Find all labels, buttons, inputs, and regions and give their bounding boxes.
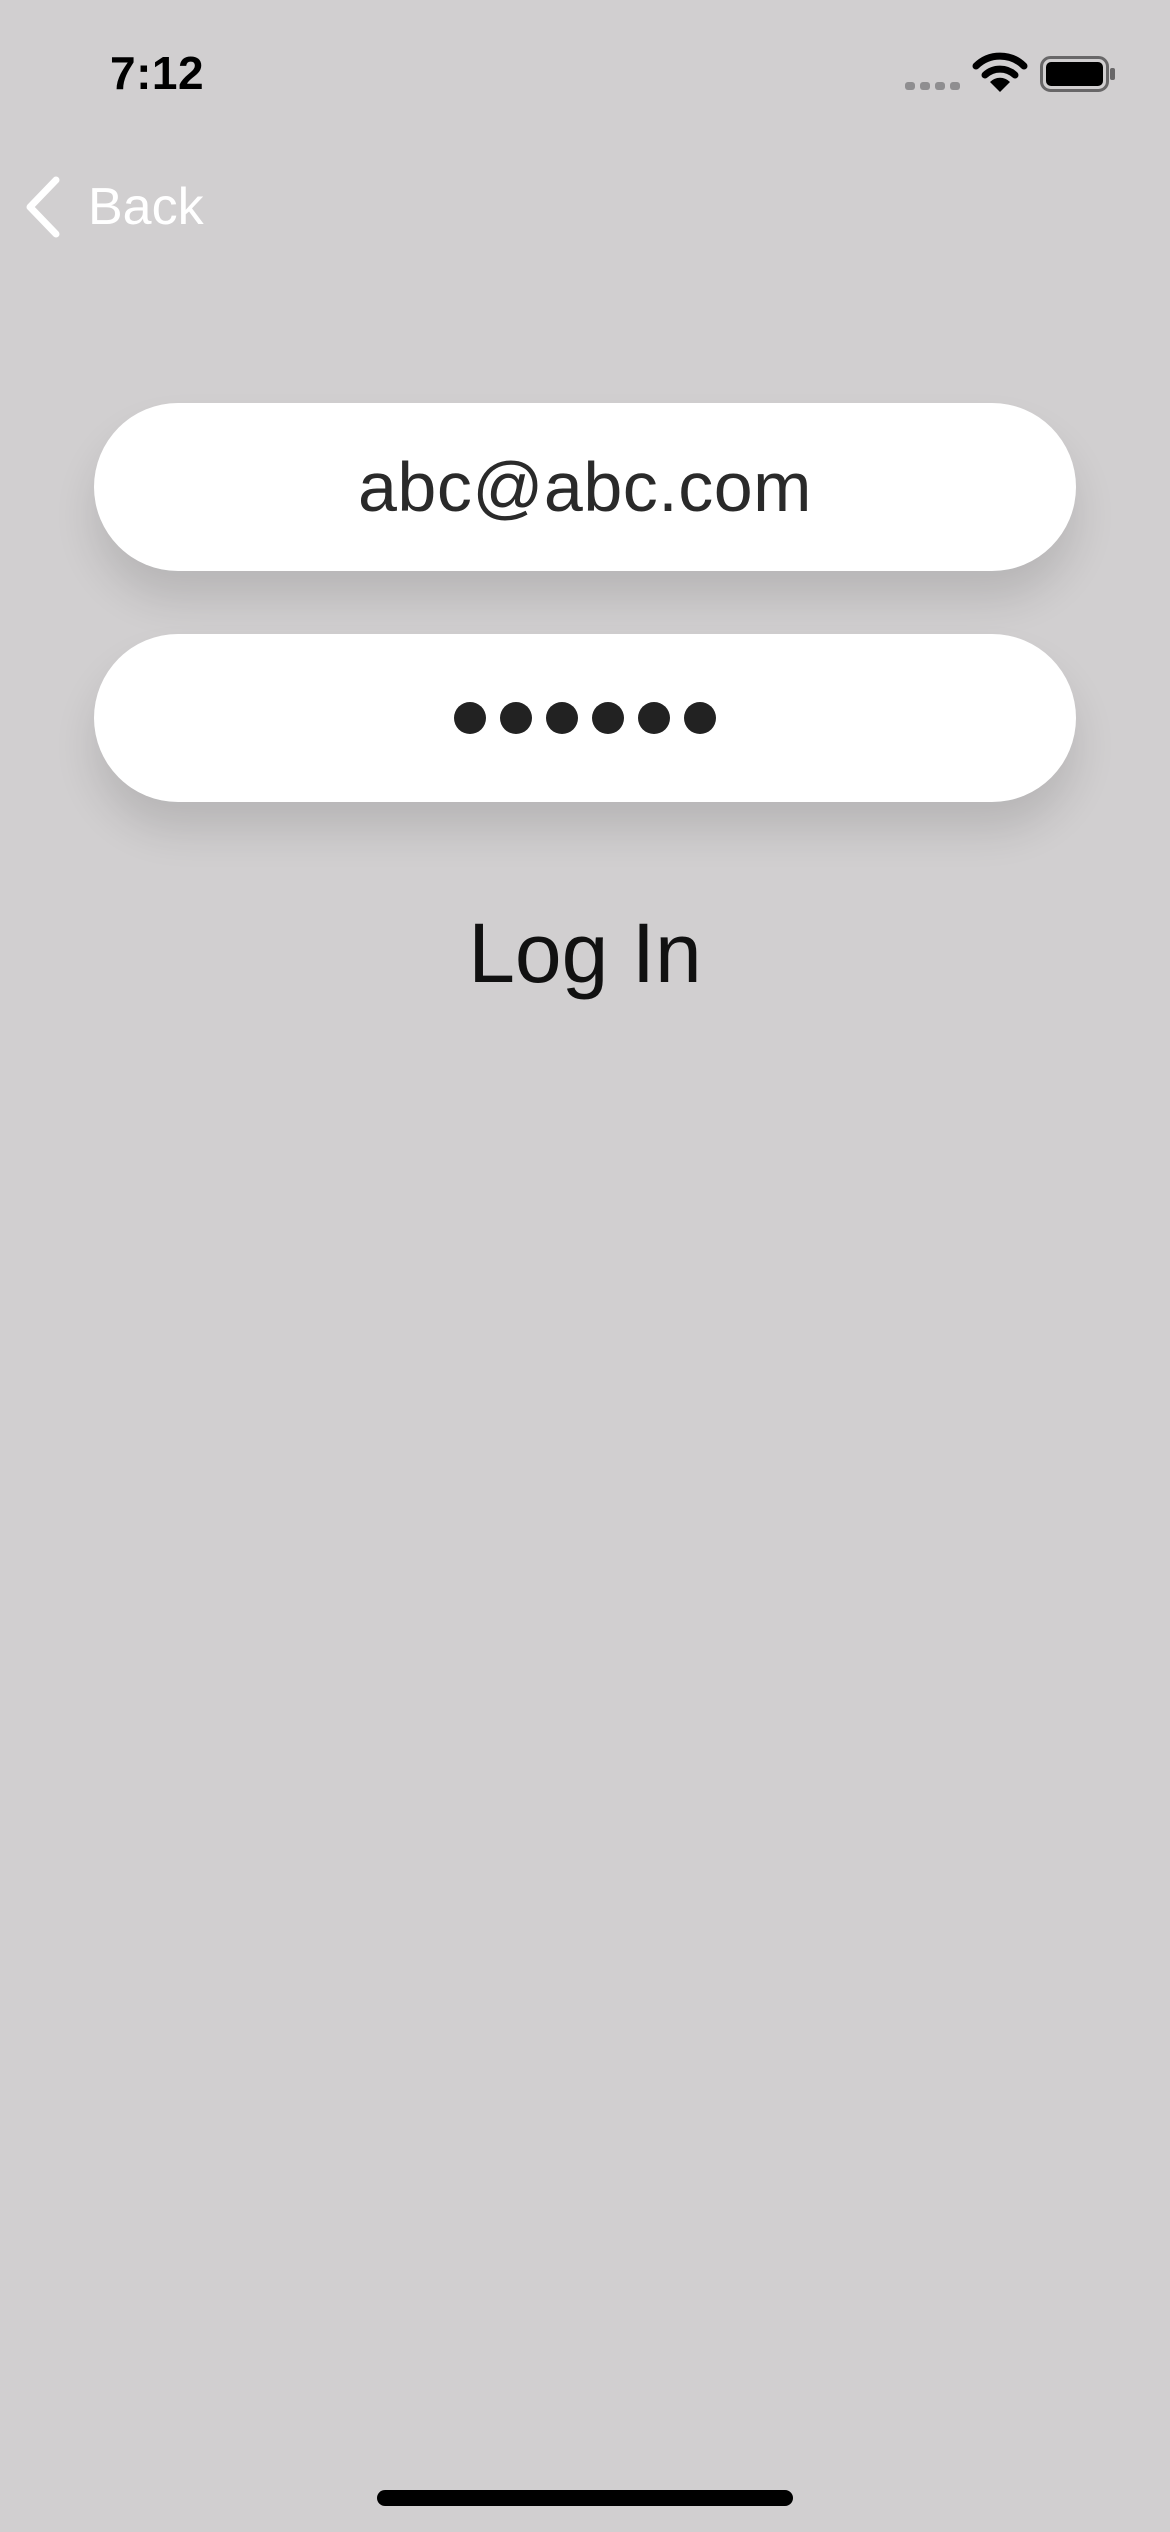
password-dot xyxy=(546,702,578,734)
battery-icon xyxy=(1040,56,1115,92)
status-time: 7:12 xyxy=(110,47,205,99)
email-value: abc@abc.com xyxy=(358,448,812,526)
back-label: Back xyxy=(88,178,204,236)
password-dot xyxy=(638,702,670,734)
email-field[interactable]: abc@abc.com xyxy=(94,403,1076,571)
password-dot xyxy=(500,702,532,734)
password-mask xyxy=(454,702,716,734)
password-dot xyxy=(684,702,716,734)
password-dot xyxy=(454,702,486,734)
back-button[interactable]: Back xyxy=(22,172,204,242)
login-button[interactable]: Log In xyxy=(0,905,1170,1002)
chevron-left-icon xyxy=(26,176,60,238)
signal-icon xyxy=(905,82,960,90)
password-field[interactable] xyxy=(94,634,1076,802)
home-indicator[interactable] xyxy=(377,2490,793,2506)
password-dot xyxy=(592,702,624,734)
wifi-icon xyxy=(972,52,1028,92)
